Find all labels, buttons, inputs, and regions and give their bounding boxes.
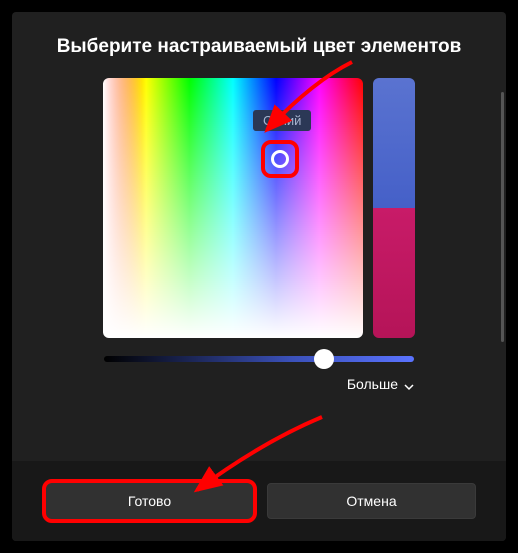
- chevron-down-icon: [404, 379, 414, 389]
- cancel-button[interactable]: Отмена: [267, 483, 476, 519]
- picker-row: Синий: [103, 78, 415, 338]
- value-preview-top: [373, 78, 415, 208]
- more-label: Больше: [347, 376, 398, 392]
- slider-thumb[interactable]: [314, 349, 334, 369]
- value-preview-bottom: [373, 208, 415, 338]
- more-toggle[interactable]: Больше: [104, 376, 414, 392]
- scrollbar[interactable]: [501, 92, 504, 342]
- color-field[interactable]: Синий: [103, 78, 363, 338]
- dialog-footer: Готово Отмена: [12, 461, 506, 541]
- color-tooltip: Синий: [253, 110, 311, 131]
- done-button[interactable]: Готово: [42, 479, 257, 523]
- brightness-slider[interactable]: [104, 356, 414, 362]
- color-selector-highlight: [261, 140, 299, 178]
- color-picker-dialog: Выберите настраиваемый цвет элементов Си…: [12, 12, 506, 541]
- value-slider[interactable]: [373, 78, 415, 338]
- dialog-title: Выберите настраиваемый цвет элементов: [57, 36, 462, 58]
- dialog-content: Выберите настраиваемый цвет элементов Си…: [12, 12, 506, 461]
- color-selector[interactable]: [271, 150, 289, 168]
